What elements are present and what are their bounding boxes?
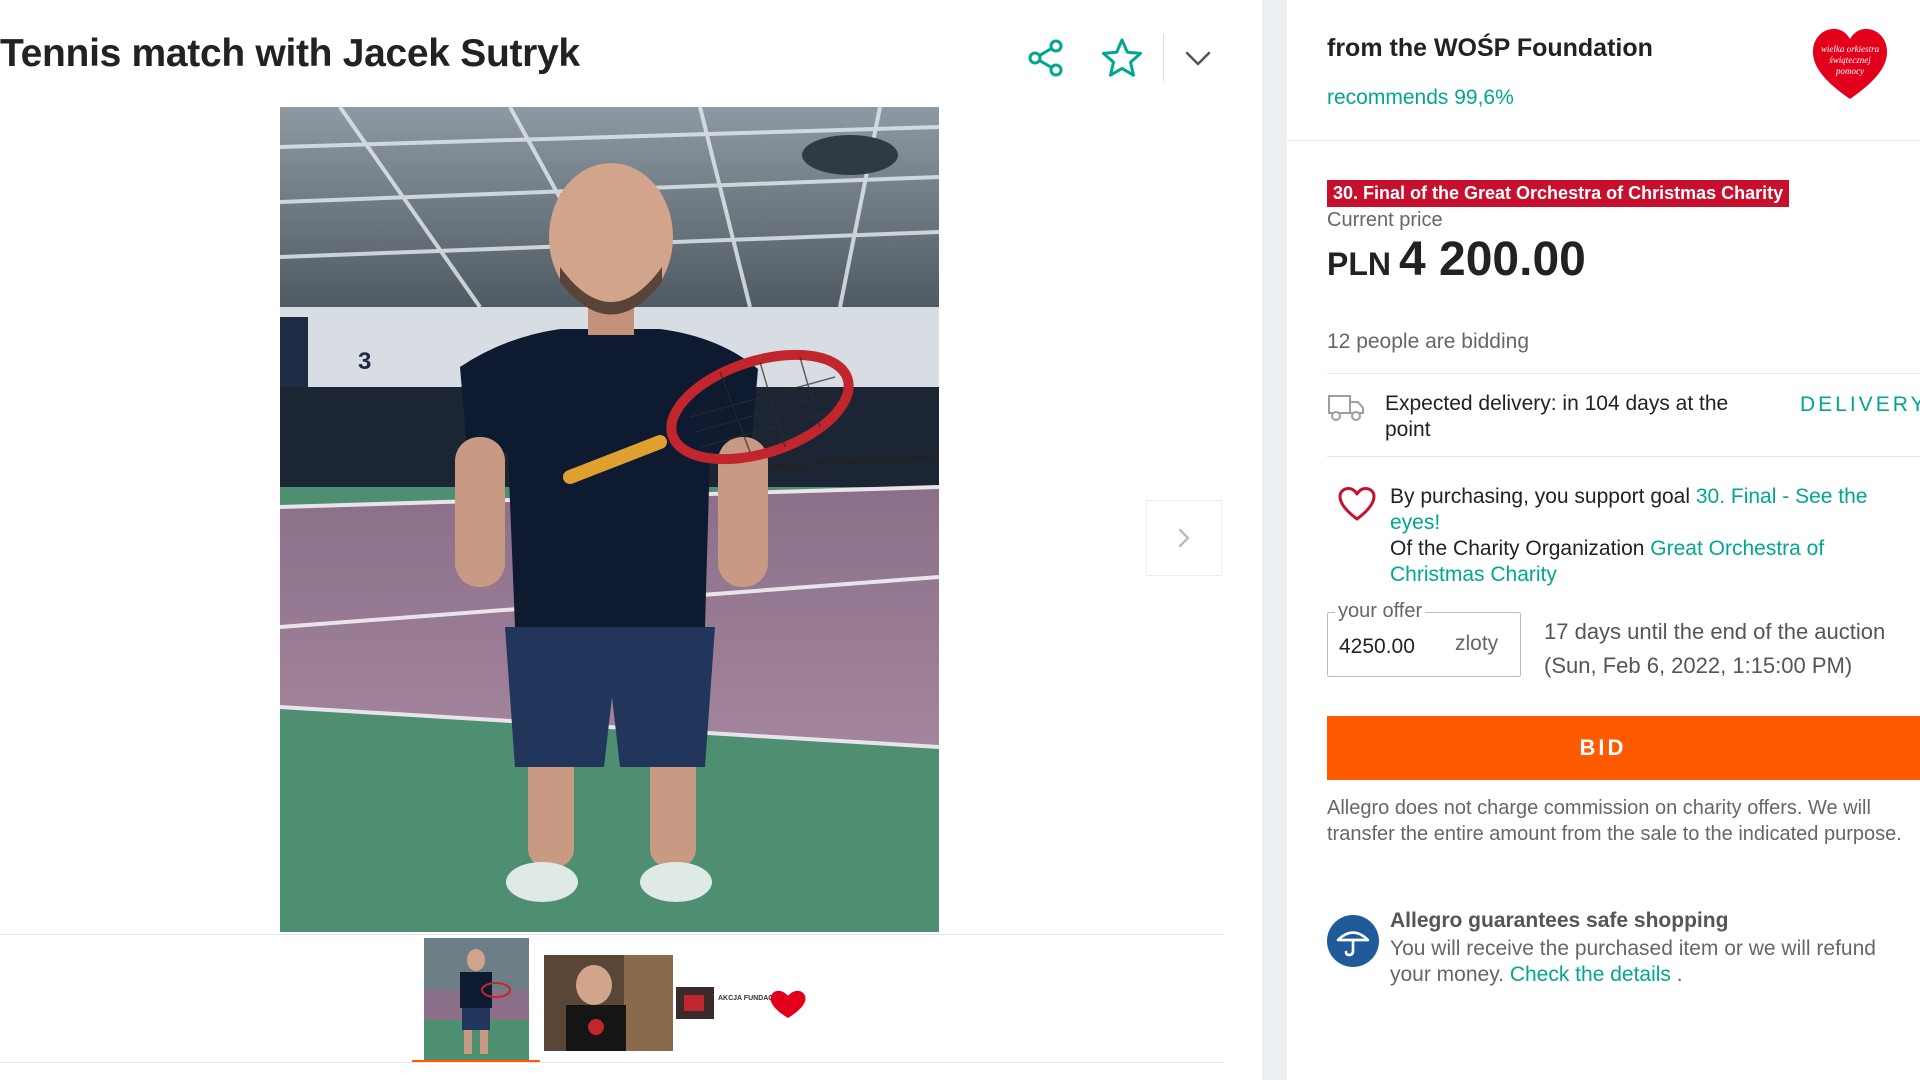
logo-text-line-1: wielka orkiestra: [1821, 44, 1880, 54]
purchase-panel: from the WOŚP Foundation recommends 99,6…: [1287, 0, 1920, 1080]
your-offer-label: your offer: [1335, 600, 1426, 623]
umbrella-icon: [1327, 915, 1379, 967]
delivery-link[interactable]: DELIVERY: [1800, 393, 1920, 417]
star-icon[interactable]: [1096, 32, 1148, 84]
gallery-next-button[interactable]: [1146, 500, 1222, 576]
thumbnail-1[interactable]: [424, 938, 529, 1062]
thumbnail-2[interactable]: [544, 955, 673, 1051]
main-product-photo[interactable]: 3: [280, 107, 939, 932]
page: Tennis match with Jacek Sutryk 3 AKCJA F…: [0, 0, 1920, 1080]
wosp-heart-logo[interactable]: wielka orkiestra świątecznej pomocy: [1810, 26, 1890, 102]
price-amount: 4 200.00: [1399, 233, 1586, 286]
gallery-panel: Tennis match with Jacek Sutryk 3 AKCJA F…: [0, 0, 1262, 1080]
auction-end-info: 17 days until the end of the auction (Su…: [1544, 619, 1886, 678]
thumbnail-3[interactable]: AKCJA FUNDACJA WOŚP: [676, 985, 806, 1021]
bidders-count[interactable]: 12 people are bidding: [1327, 330, 1529, 354]
support-text: By purchasing, you support goal: [1390, 485, 1696, 508]
listing-title: Tennis match with Jacek Sutryk: [0, 32, 580, 75]
seller-recommends[interactable]: recommends 99,6%: [1327, 86, 1514, 110]
header-divider: [1163, 34, 1164, 82]
current-price: PLN 4 200.00: [1327, 232, 1586, 287]
your-offer-input[interactable]: [1339, 632, 1449, 662]
seller-name[interactable]: from the WOŚP Foundation: [1327, 34, 1653, 63]
charity-support-info: By purchasing, you support goal 30. Fina…: [1390, 484, 1890, 588]
guarantee-text: You will receive the purchased item or w…: [1390, 936, 1910, 988]
price-label: Current price: [1327, 209, 1443, 231]
seller-divider: [1287, 140, 1920, 141]
chevron-right-icon: [1178, 528, 1190, 548]
panel-gutter: [1262, 0, 1287, 1080]
guarantee-suffix: .: [1670, 963, 1683, 986]
organization-text: Of the Charity Organization: [1390, 537, 1651, 560]
commission-note: Allegro does not charge commission on ch…: [1327, 797, 1902, 845]
logo-text-line-3: pomocy: [1835, 66, 1864, 76]
thumbnail-top-divider: [0, 934, 1224, 935]
share-icon[interactable]: [1020, 32, 1072, 84]
chevron-down-icon[interactable]: [1172, 32, 1224, 84]
truck-icon: [1328, 395, 1364, 421]
guarantee-title: Allegro guarantees safe shopping: [1390, 909, 1729, 932]
svg-text:3: 3: [358, 348, 371, 375]
logo-text-line-2: świątecznej: [1829, 55, 1871, 65]
price-currency: PLN: [1327, 246, 1391, 282]
your-offer-unit: zloty: [1455, 632, 1499, 655]
campaign-badge: 30. Final of the Great Orchestra of Chri…: [1327, 180, 1790, 207]
delivery-divider: [1327, 456, 1920, 457]
expected-delivery: Expected delivery: in 104 days at the po…: [1385, 392, 1729, 441]
check-details-link[interactable]: Check the details: [1510, 963, 1671, 986]
charity-heart-icon: [1338, 487, 1376, 521]
price-divider: [1327, 373, 1920, 374]
thumbnail-bottom-divider: [0, 1062, 1224, 1063]
bid-button[interactable]: BID: [1327, 716, 1920, 780]
